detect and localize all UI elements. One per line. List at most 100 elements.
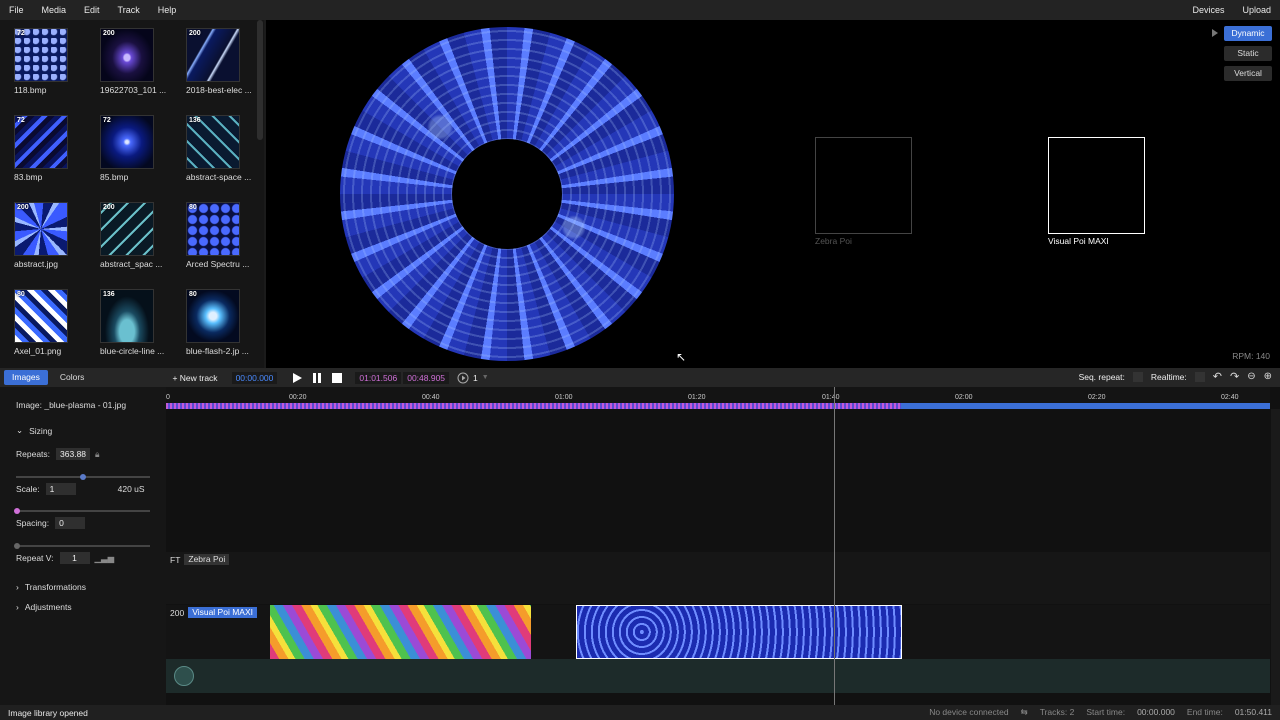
repeat-v-field[interactable]: 1: [59, 552, 90, 564]
chevron-right-icon: ›: [16, 582, 19, 592]
timeline-clip-selected[interactable]: [576, 605, 902, 659]
pause-icon[interactable]: [311, 372, 323, 384]
library-item[interactable]: 72 83.bmp: [14, 115, 72, 182]
mode-dynamic-button[interactable]: Dynamic: [1224, 26, 1272, 41]
thumbnail[interactable]: 200: [100, 28, 154, 82]
stop-icon[interactable]: [331, 372, 343, 384]
timeline-clip[interactable]: [270, 605, 531, 659]
play-icon[interactable]: [291, 372, 303, 384]
mode-vertical-button[interactable]: Vertical: [1224, 66, 1272, 81]
realtime-checkbox[interactable]: [1194, 371, 1205, 382]
add-track-icon[interactable]: [174, 666, 194, 686]
thumbnail[interactable]: 72: [14, 28, 68, 82]
undo-icon[interactable]: ↶: [1213, 370, 1222, 383]
image-name-label: Image: _blue-plasma - 01.jpg: [16, 400, 127, 410]
selection-end-field[interactable]: 00:48.905: [403, 371, 450, 384]
selection-start-field[interactable]: 01:01.506: [355, 371, 402, 384]
thumbnail[interactable]: 200: [186, 28, 240, 82]
library-item[interactable]: 72 85.bmp: [100, 115, 158, 182]
thumbnail[interactable]: 200: [100, 202, 154, 256]
spacing-row: Spacing: 0: [16, 517, 86, 529]
preview-area: Zebra Poi Visual Poi MAXI Dynamic Static…: [266, 20, 1280, 368]
thumbnail-label: 2018-best-elec ...: [186, 85, 252, 95]
track-visual-poi-maxi[interactable]: 200 Visual Poi MAXI: [166, 605, 1270, 659]
track-zebra-poi[interactable]: FT Zebra Poi: [166, 552, 1270, 604]
spacing-field[interactable]: 0: [55, 517, 86, 529]
tick-label: 01:40: [822, 394, 840, 401]
poi-preview-ring: [340, 27, 674, 361]
thumbnail-label: 85.bmp: [100, 172, 129, 182]
tick-label: 00:40: [422, 394, 440, 401]
chevron-down-icon[interactable]: ▼: [482, 374, 489, 381]
seq-repeat-checkbox[interactable]: [1132, 371, 1143, 382]
redo-icon[interactable]: ↷: [1230, 370, 1239, 383]
library-item[interactable]: 80 blue-flash-2.jp ...: [186, 289, 249, 356]
image-properties-panel: Image: _blue-plasma - 01.jpg ⌄ Sizing Re…: [0, 387, 166, 705]
library-scrollbar[interactable]: [257, 20, 263, 140]
menu-file[interactable]: File: [0, 5, 33, 15]
library-item[interactable]: 200 abstract_spac ...: [100, 202, 162, 269]
repeats-slider[interactable]: [16, 474, 150, 480]
menu-help[interactable]: Help: [149, 5, 186, 15]
loop-count[interactable]: 1: [473, 373, 478, 383]
thumbnail[interactable]: 72: [14, 115, 68, 169]
end-time-value: 01:50.411: [1234, 707, 1272, 717]
rpm-readout: RPM: 140: [1232, 351, 1270, 361]
mode-selector: Dynamic Static Vertical: [1212, 26, 1272, 86]
thumbnail[interactable]: 80: [186, 202, 240, 256]
thumbnail[interactable]: 200: [14, 202, 68, 256]
thumbnail[interactable]: 136: [100, 289, 154, 343]
scale-field[interactable]: 1: [45, 483, 76, 495]
bars-icon[interactable]: ▁▃▅: [95, 553, 115, 564]
library-item[interactable]: 72 118.bmp: [14, 28, 72, 95]
status-bar: Image library opened No device connected…: [0, 705, 1280, 720]
tab-colors[interactable]: Colors: [52, 370, 93, 385]
current-time-field[interactable]: 00:00.000: [231, 371, 278, 384]
thumbnail[interactable]: 80: [186, 289, 240, 343]
device-visual-poi-maxi[interactable]: [1048, 137, 1145, 234]
library-item[interactable]: 200 19622703_101 ...: [100, 28, 166, 95]
library-item[interactable]: 136 blue-circle-line ...: [100, 289, 164, 356]
timeline-toolbar: Images Colors + New track 00:00.000 01:0…: [0, 368, 1280, 387]
start-time-label: Start time:: [1086, 707, 1126, 717]
library-item[interactable]: 80 Axel_01.png: [14, 289, 72, 356]
scale-row: Scale: 1 420 uS: [16, 483, 145, 495]
tick-label: 02:00: [955, 394, 973, 401]
loop-play-icon[interactable]: [457, 372, 469, 384]
track-name[interactable]: Visual Poi MAXI: [188, 607, 257, 618]
thumbnail[interactable]: 72: [100, 115, 154, 169]
menu-upload[interactable]: Upload: [1233, 5, 1280, 15]
thumbnail-label: blue-circle-line ...: [100, 346, 165, 356]
thumbnail-label: abstract-space ...: [186, 172, 252, 182]
mode-static-button[interactable]: Static: [1224, 46, 1272, 61]
track-name[interactable]: Zebra Poi: [184, 554, 230, 565]
zoom-in-icon[interactable]: ⊕: [1264, 371, 1272, 382]
spacing-slider[interactable]: [14, 543, 150, 549]
device-zebra-poi[interactable]: [815, 137, 912, 234]
library-item[interactable]: 200 abstract.jpg: [14, 202, 72, 269]
transformations-section[interactable]: › Transformations: [16, 582, 86, 592]
menu-devices[interactable]: Devices: [1183, 5, 1233, 15]
scale-slider[interactable]: [14, 508, 150, 514]
library-item[interactable]: 80 Arced Spectru ...: [186, 202, 249, 269]
thumbnail[interactable]: 80: [14, 289, 68, 343]
tab-images[interactable]: Images: [4, 370, 48, 385]
library-item[interactable]: 200 2018-best-elec ...: [186, 28, 252, 95]
library-item[interactable]: 136 abstract-space ...: [186, 115, 251, 182]
repeats-field[interactable]: 363.88: [56, 448, 91, 460]
zoom-out-icon[interactable]: ⊖: [1247, 371, 1255, 382]
sizing-section[interactable]: ⌄ Sizing: [16, 425, 52, 436]
device-label: Visual Poi MAXI: [1048, 236, 1109, 246]
selection-bar[interactable]: [166, 403, 1270, 409]
adjustments-section[interactable]: › Adjustments: [16, 602, 72, 612]
menu-edit[interactable]: Edit: [75, 5, 109, 15]
new-track-button[interactable]: + New track: [172, 373, 217, 383]
playhead[interactable]: [834, 387, 835, 705]
scale-unit: 420 uS: [117, 484, 145, 494]
menu-track[interactable]: Track: [109, 5, 149, 15]
menu-media[interactable]: Media: [33, 5, 76, 15]
lock-icon[interactable]: 🔒︎: [95, 449, 100, 460]
time-ruler[interactable]: 0 00:20 00:40 01:00 01:20 01:40 02:00 02…: [166, 387, 1270, 409]
timeline-scrollbar[interactable]: [1271, 409, 1280, 705]
thumbnail[interactable]: 136: [186, 115, 240, 169]
